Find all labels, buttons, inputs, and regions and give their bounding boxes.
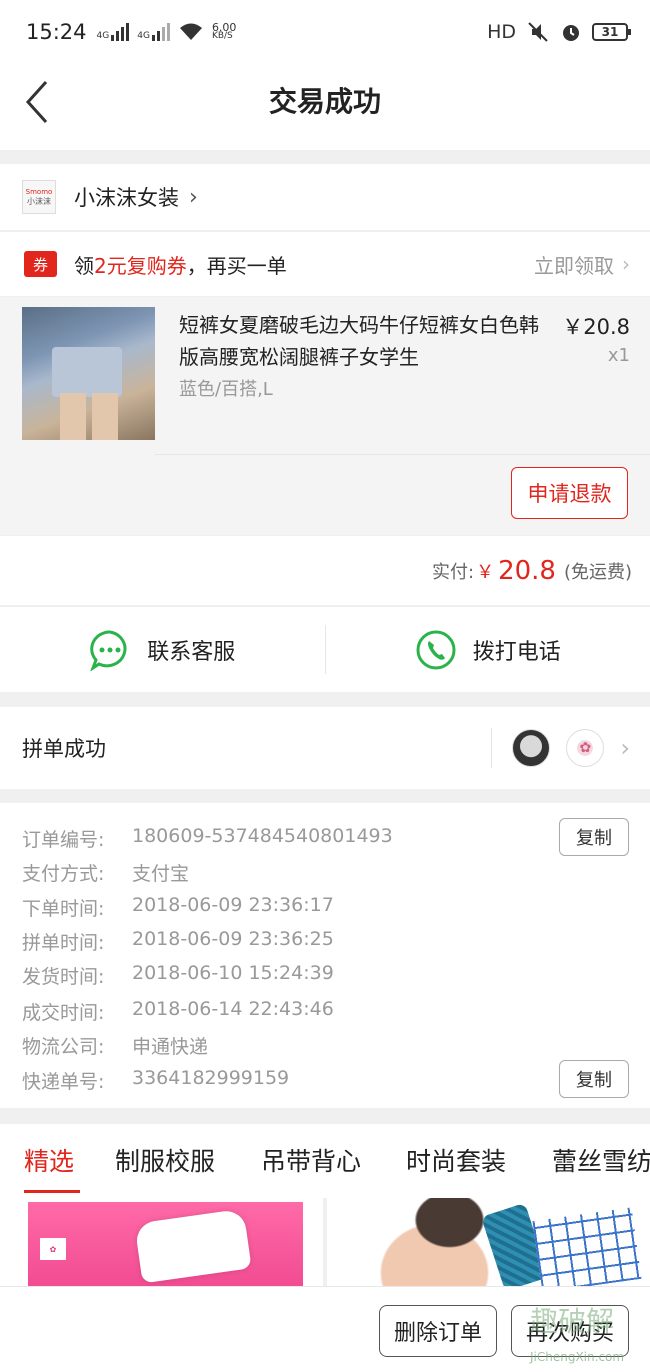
tracking-number-row: 快递单号: 3364182999159: [22, 1067, 290, 1093]
coupon-row[interactable]: 券 领2元复购券，再买一单 立即领取 ›: [0, 231, 650, 296]
watermark: 趣破解 JiChengXin.com: [530, 1305, 625, 1364]
shipping-note: (免运费): [563, 561, 632, 583]
category-tabs: 精选 制服校服 吊带背心 时尚套装 蕾丝雪纺: [0, 1124, 650, 1198]
tab-lace-chiffon[interactable]: 蕾丝雪纺: [552, 1142, 650, 1178]
paid-amount: 20.8: [498, 555, 556, 586]
refund-button[interactable]: 申请退款: [511, 467, 628, 519]
chevron-right-icon: ›: [189, 184, 198, 210]
status-time: 15:24: [26, 20, 87, 44]
nav-bar: 交易成功: [0, 64, 650, 150]
contact-bar: 联系客服 拨打电话: [0, 606, 650, 692]
payment-method-row: 支付方式: 支付宝: [22, 863, 190, 885]
network-type-label-2: 4G: [137, 31, 150, 41]
delete-order-button[interactable]: 删除订单: [379, 1305, 497, 1357]
tab-camisole[interactable]: 吊带背心: [261, 1142, 361, 1178]
brand-logo: ✿: [40, 1238, 66, 1260]
group-buy-row[interactable]: 拼单成功 ✿ ›: [0, 707, 650, 789]
network-speed: 6.00 KB/S: [211, 21, 237, 41]
coupon-tag: 券: [24, 251, 57, 277]
avatar: [512, 729, 551, 767]
order-info-section: 订单编号: 180609-537484540801493 复制 支付方式: 支付…: [0, 803, 650, 1108]
product-image: ✿: [28, 1202, 303, 1286]
recommend-item[interactable]: ✿: [0, 1198, 323, 1286]
group-buy-label: 拼单成功: [22, 737, 106, 761]
shop-name: 小沫沫女装: [74, 186, 179, 210]
order-time-row: 下单时间: 2018-06-09 23:36:17: [22, 894, 334, 920]
product-price: ￥20.8: [562, 315, 630, 339]
chevron-right-icon: ›: [620, 734, 630, 762]
call-phone-button[interactable]: 拨打电话: [326, 607, 650, 692]
product-sku: 蓝色/百搭,L: [179, 379, 273, 400]
status-bar: 15:24 4G 4G 6.00 KB/S HD 31: [0, 0, 650, 64]
goods-card[interactable]: 短裤女夏磨破毛边大码牛仔短裤女白色韩版高腰宽松阔腿裤子女学生 蓝色/百搭,L ￥…: [0, 297, 650, 535]
avatar: ✿: [566, 729, 605, 767]
currency-symbol: ￥: [476, 561, 495, 583]
claim-coupon-link[interactable]: 立即领取 ›: [534, 250, 630, 279]
tab-uniform[interactable]: 制服校服: [115, 1142, 215, 1178]
product-image: [532, 1207, 642, 1286]
chat-bubble-icon: [90, 629, 127, 671]
network-type-label: 4G: [96, 31, 110, 41]
tab-featured[interactable]: 精选: [24, 1142, 74, 1178]
signal-icon-2: 4G: [137, 23, 170, 41]
divider: [155, 454, 650, 455]
wifi-icon: [179, 23, 202, 40]
copy-order-number-button[interactable]: 复制: [559, 818, 629, 856]
chevron-right-icon: ›: [622, 252, 630, 276]
order-number-row: 订单编号: 180609-537484540801493: [22, 825, 393, 851]
signal-group: 4G 4G 6.00 KB/S: [97, 21, 237, 42]
ship-time-row: 发货时间: 2018-06-10 15:24:39: [22, 962, 334, 988]
tab-fashion-set[interactable]: 时尚套装: [406, 1142, 506, 1178]
payment-summary: 实付: ￥ 20.8 (免运费): [0, 536, 650, 605]
product-quantity: x1: [607, 345, 630, 366]
mute-icon: [528, 22, 548, 42]
active-tab-indicator: [24, 1190, 80, 1193]
deal-time-row: 成交时间: 2018-06-14 22:43:46: [22, 998, 334, 1024]
coupon-text: 领2元复购券，再买一单: [74, 253, 287, 278]
product-image[interactable]: [22, 307, 155, 440]
shop-row[interactable]: Smomo 小沫沫 小沫沫女装 ›: [0, 164, 650, 230]
divider: [491, 728, 493, 768]
battery-icon: 31: [592, 23, 631, 41]
phone-icon: [416, 630, 456, 669]
recommend-item[interactable]: [327, 1198, 650, 1286]
contact-service-button[interactable]: 联系客服: [0, 607, 325, 692]
paid-label: 实付:: [431, 561, 475, 583]
shop-logo: Smomo 小沫沫: [22, 180, 56, 214]
product-title: 短裤女夏磨破毛边大码牛仔短裤女白色韩版高腰宽松阔腿裤子女学生: [179, 313, 539, 369]
copy-tracking-number-button[interactable]: 复制: [559, 1060, 629, 1098]
alarm-icon: [563, 25, 579, 41]
hd-indicator: HD: [487, 21, 516, 43]
page-title: 交易成功: [268, 85, 381, 118]
signal-icon: 4G: [97, 23, 130, 41]
group-time-row: 拼单时间: 2018-06-09 23:36:25: [22, 928, 334, 954]
logistics-company-row: 物流公司: 申通快递: [22, 1036, 209, 1058]
